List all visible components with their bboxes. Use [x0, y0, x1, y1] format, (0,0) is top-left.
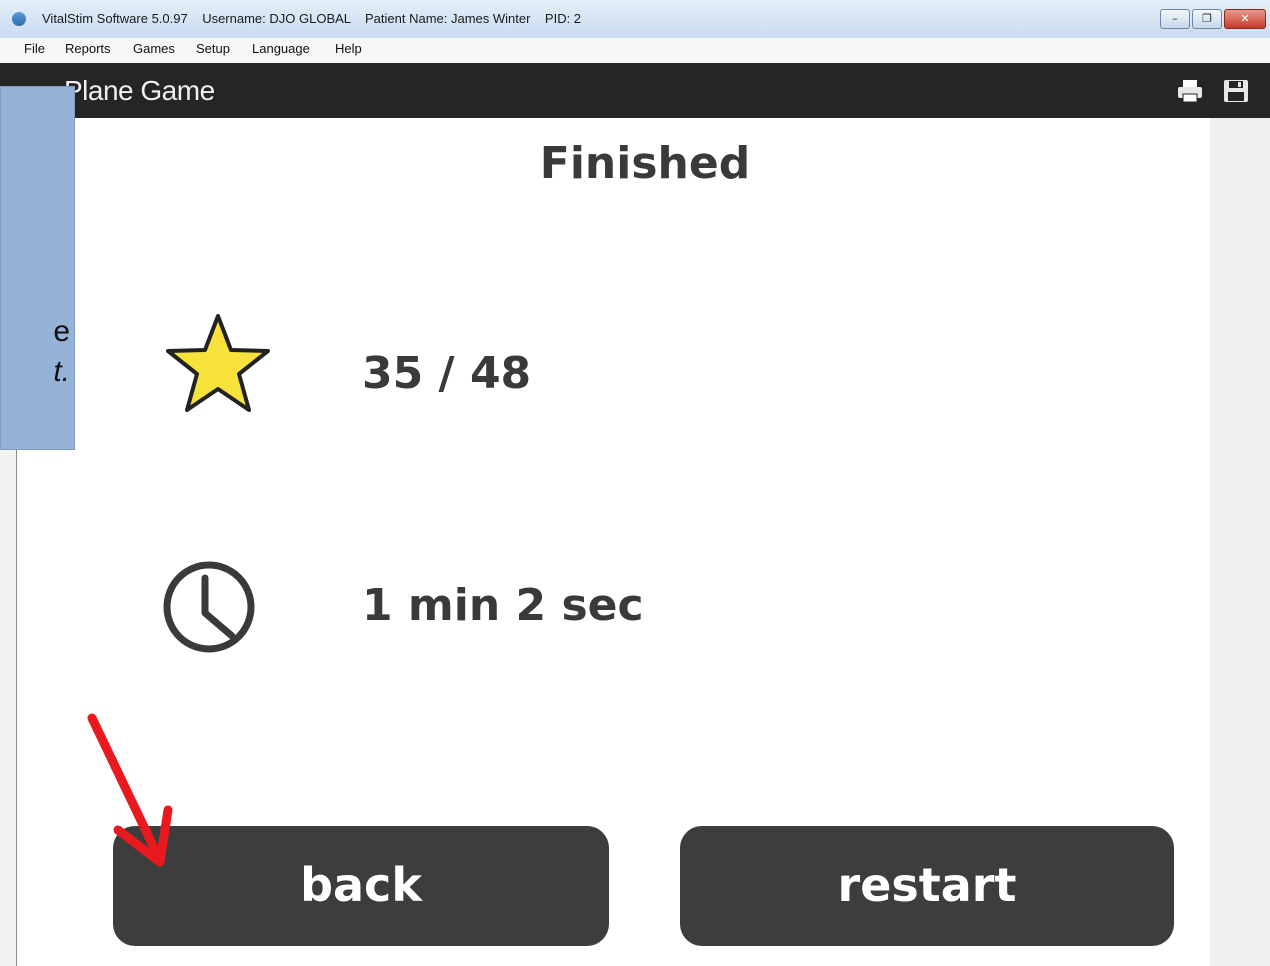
save-icon[interactable]	[1222, 78, 1250, 104]
pid-label: PID: 2	[544, 11, 582, 26]
restart-button[interactable]: restart	[680, 826, 1174, 946]
scrollbar-track[interactable]	[1210, 118, 1270, 966]
pointer-arrow-icon	[87, 713, 173, 867]
minimize-button[interactable]: –	[1160, 9, 1190, 29]
result-heading: Finished	[539, 138, 751, 189]
patient-name-label: Patient Name: James Winter	[365, 11, 531, 26]
menu-help[interactable]: Help	[335, 41, 362, 56]
window-titlebar: VitalStim Software 5.0.97 Username: DJO …	[0, 0, 1270, 39]
menu-reports[interactable]: Reports	[65, 41, 111, 56]
menu-bar: File Reports Games Setup Language Help	[0, 38, 1270, 63]
app-header: Plane Game	[0, 63, 1270, 118]
menu-setup[interactable]: Setup	[196, 41, 230, 56]
score-value: 35 / 48	[362, 348, 532, 399]
star-icon	[166, 314, 270, 412]
menu-games[interactable]: Games	[133, 41, 175, 56]
menu-language[interactable]: Language	[252, 41, 310, 56]
menu-file[interactable]: File	[24, 41, 45, 56]
callout-text-line-2: t.	[53, 355, 70, 388]
username-label: Username: DJO GLOBAL	[202, 11, 351, 26]
callout-text-line-1: e	[53, 315, 70, 348]
printer-icon[interactable]	[1176, 78, 1204, 104]
window-title: VitalStim Software 5.0.97 Username: DJO …	[42, 11, 581, 26]
clock-icon	[163, 561, 255, 653]
app-name: VitalStim Software 5.0.97	[42, 11, 188, 26]
app-logo-icon	[12, 12, 26, 26]
page-title: Plane Game	[64, 75, 215, 106]
time-value: 1 min 2 sec	[362, 580, 644, 631]
close-button[interactable]: ✕	[1224, 9, 1266, 29]
maximize-button[interactable]: ❐	[1192, 9, 1222, 29]
